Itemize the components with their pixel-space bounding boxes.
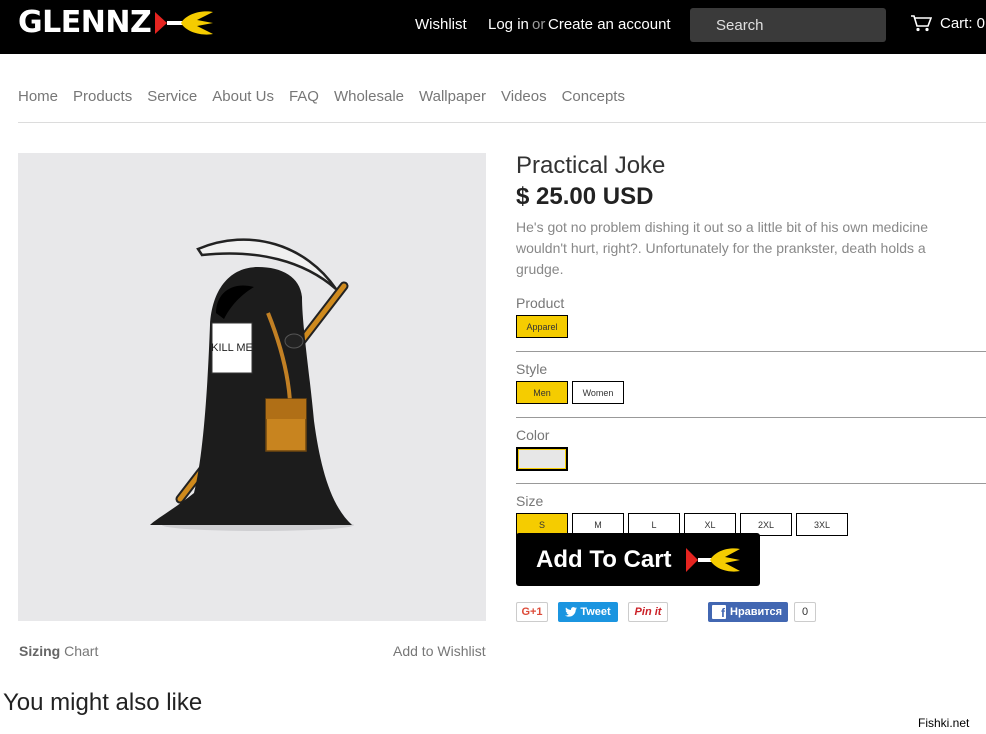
color-swatch-heather[interactable] bbox=[516, 447, 568, 471]
sizing-rest: Chart bbox=[64, 643, 99, 659]
pinterest-button[interactable]: Pin it bbox=[628, 602, 668, 622]
nav-concepts[interactable]: Concepts bbox=[562, 88, 625, 106]
product-description: He's got no problem dishing it out so a … bbox=[516, 219, 929, 277]
google-plus-button[interactable]: G+1 bbox=[516, 602, 548, 622]
nav-wholesale[interactable]: Wholesale bbox=[334, 88, 404, 106]
create-account-link[interactable]: Create an account bbox=[548, 16, 671, 34]
you-might-also-like-heading: You might also like bbox=[3, 689, 203, 716]
cart-link[interactable]: Cart: 0 bbox=[910, 14, 985, 32]
add-to-cart-button[interactable]: Add To Cart bbox=[516, 533, 760, 586]
facebook-like-button[interactable]: f Нравится bbox=[708, 602, 788, 622]
product-option-label: Product bbox=[516, 295, 565, 311]
sign-text: KILL ME bbox=[211, 342, 253, 354]
sizing-chart-link[interactable]: Sizing Chart bbox=[19, 643, 98, 659]
style-option-men[interactable]: Men bbox=[516, 381, 568, 404]
style-option-label: Style bbox=[516, 361, 548, 377]
size-option-3xl[interactable]: 3XL bbox=[796, 513, 848, 536]
color-option-label: Color bbox=[516, 427, 550, 443]
main-nav: Home Products Service About Us FAQ Whole… bbox=[18, 88, 640, 106]
tweet-label: Tweet bbox=[580, 606, 611, 618]
dart-icon bbox=[155, 11, 214, 35]
add-to-cart-label: Add To Cart bbox=[536, 545, 672, 573]
dart-icon bbox=[685, 547, 740, 572]
product-title: Practical Joke bbox=[516, 152, 666, 179]
option-divider bbox=[516, 351, 986, 352]
or-text: or bbox=[532, 16, 546, 33]
nav-faq[interactable]: FAQ bbox=[289, 88, 319, 106]
facebook-like-label: Нравится bbox=[730, 606, 783, 618]
product-price: $ 25.00 USD bbox=[516, 183, 654, 210]
cart-icon bbox=[911, 15, 932, 32]
facebook-like-count: 0 bbox=[794, 602, 816, 622]
nav-wallpaper[interactable]: Wallpaper bbox=[419, 88, 486, 106]
top-bar: GLENNZ Wishlist Log in or Create an acco… bbox=[0, 0, 986, 54]
nav-divider bbox=[18, 122, 986, 123]
nav-videos[interactable]: Videos bbox=[501, 88, 547, 106]
nav-products[interactable]: Products bbox=[73, 88, 132, 106]
product-option-apparel[interactable]: Apparel bbox=[516, 315, 568, 338]
wishlist-link[interactable]: Wishlist bbox=[415, 16, 467, 34]
style-option-women[interactable]: Women bbox=[572, 381, 624, 404]
option-divider bbox=[516, 483, 986, 484]
sizing-bold: Sizing bbox=[19, 643, 61, 659]
product-image[interactable]: KILL ME bbox=[18, 153, 486, 621]
grim-reaper-illustration: KILL ME bbox=[150, 238, 354, 531]
search-input[interactable] bbox=[690, 8, 886, 42]
tweet-button[interactable]: Tweet bbox=[558, 602, 618, 622]
watermark: Fishki.net bbox=[918, 716, 970, 730]
login-link[interactable]: Log in bbox=[488, 16, 529, 34]
facebook-icon: f bbox=[712, 605, 726, 619]
size-option-label: Size bbox=[516, 493, 544, 509]
cart-label: Cart: 0 bbox=[940, 14, 986, 32]
nav-about-us[interactable]: About Us bbox=[212, 88, 274, 106]
twitter-bird-icon bbox=[565, 607, 578, 617]
nav-home[interactable]: Home bbox=[18, 88, 58, 106]
nav-service[interactable]: Service bbox=[147, 88, 197, 106]
logo-text: GLENNZ bbox=[18, 5, 152, 40]
logo[interactable]: GLENNZ bbox=[18, 8, 215, 38]
add-to-wishlist-link[interactable]: Add to Wishlist bbox=[393, 643, 486, 659]
option-divider bbox=[516, 417, 986, 418]
